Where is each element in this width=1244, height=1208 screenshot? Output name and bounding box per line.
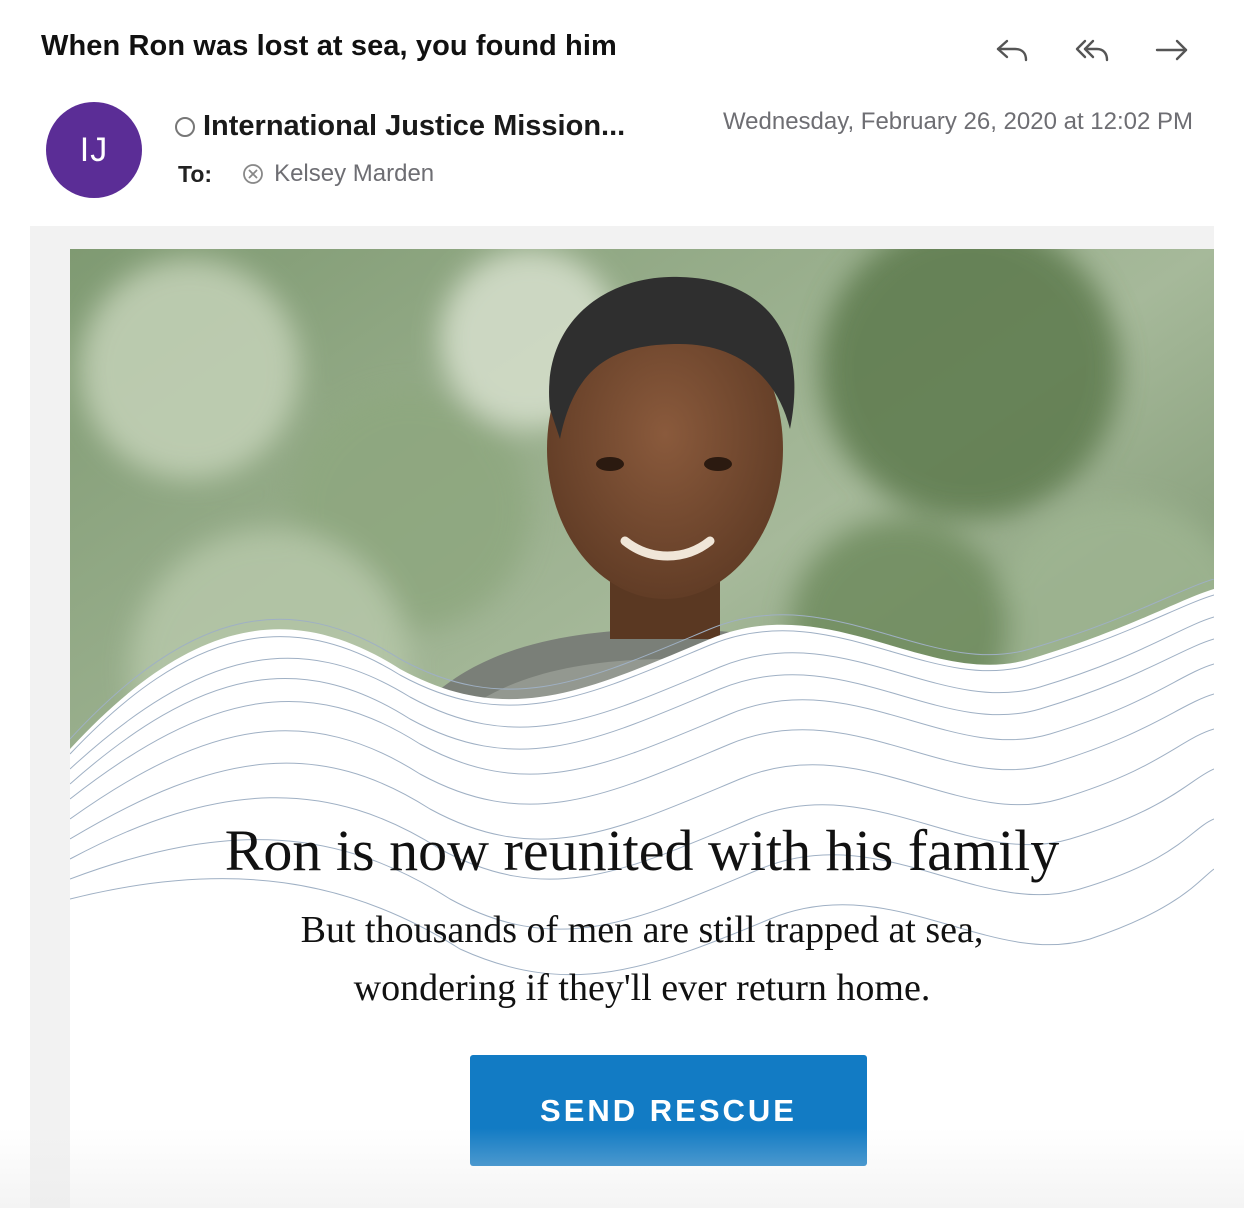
- forward-button[interactable]: [1148, 30, 1196, 70]
- email-body: Ron is now reunited with his family But …: [70, 249, 1214, 1208]
- subheading-line-1: But thousands of men are still trapped a…: [300, 909, 984, 951]
- recipient-name[interactable]: Kelsey Marden: [274, 160, 434, 188]
- reply-all-button[interactable]: [1068, 30, 1116, 70]
- email-subject: When Ron was lost at sea, you found him: [41, 30, 617, 62]
- unread-status-icon: [175, 116, 195, 137]
- reply-icon: [996, 39, 1028, 62]
- sender-row: International Justice Mission...: [175, 110, 625, 143]
- email-subheading: But thousands of men are still trapped a…: [70, 901, 1214, 1017]
- remove-recipient-icon[interactable]: [242, 163, 264, 185]
- sender-avatar[interactable]: IJ: [46, 102, 142, 198]
- message-date: Wednesday, February 26, 2020 at 12:02 PM: [722, 108, 1193, 135]
- send-rescue-button[interactable]: SEND RESCUE: [470, 1055, 867, 1166]
- email-headline: Ron is now reunited with his family: [224, 818, 1060, 883]
- recipient-row: To: Kelsey Marden: [178, 160, 434, 188]
- avatar-initials: IJ: [79, 130, 109, 169]
- message-actions: [988, 30, 1198, 70]
- reply-button[interactable]: [988, 30, 1036, 70]
- subheading-line-2: wondering if they'll ever return home.: [353, 967, 931, 1009]
- to-label: To:: [178, 160, 213, 187]
- reply-all-icon: [1075, 39, 1109, 62]
- forward-icon: [1155, 39, 1188, 61]
- sender-name[interactable]: International Justice Mission...: [203, 110, 625, 143]
